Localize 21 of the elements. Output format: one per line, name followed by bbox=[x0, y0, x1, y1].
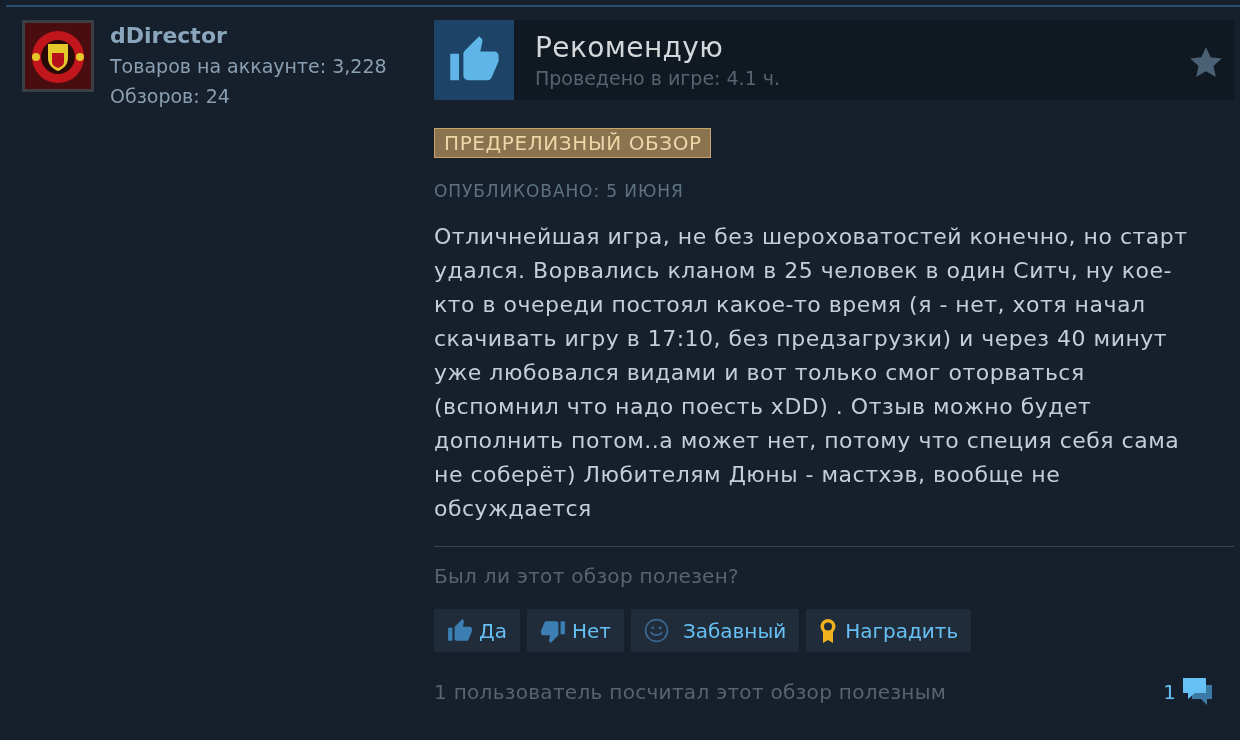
vote-button[interactable]: Забавный bbox=[630, 609, 800, 652]
vote-button[interactable]: Нет bbox=[526, 609, 624, 652]
helpful-summary: 1 пользователь посчитал этот обзор полезным bbox=[434, 679, 947, 705]
reviewer-name[interactable]: dDirector bbox=[110, 21, 227, 51]
helpful-question: Был ли этот обзор полезен? bbox=[434, 563, 739, 589]
posted-date: ОПУБЛИКОВАНО: 5 ИЮНЯ bbox=[434, 180, 684, 202]
review-text: Отличнейшая игра, не без шероховатостей конечно, но старт удался. Ворвались кланом в 25 человек в один Ситч, ну кое-кто в очереди постоял какое-то время (я - нет, хотя начал скачивать игру в 17:10, без предзагрузки) и через 40 минут уже любовался видами и вот только смог оторваться (вспомнил что надо поесть xDD) . Отзыв можно будет дополнить потом..а может нет, потому что специя себя сама не соберёт) Любителям Дюны - мастхэв, вообще не обсуждается bbox=[434, 223, 1189, 523]
vote-button[interactable]: Да bbox=[434, 609, 520, 652]
ribbon-medal-icon bbox=[819, 617, 838, 644]
smiley-icon bbox=[643, 618, 669, 643]
speech-bubbles-icon[interactable] bbox=[1182, 677, 1214, 707]
vote-button[interactable]: Наградить bbox=[806, 609, 972, 652]
reviewer-stat: Обзоров: 24 bbox=[110, 84, 231, 109]
thumbs-up-icon bbox=[447, 617, 473, 644]
playtime-text: Проведено в игре: 4.1 ч. bbox=[535, 66, 782, 90]
comment-count[interactable]: 1 bbox=[1163, 679, 1176, 705]
early-access-tag: ПРЕДРЕЛИЗНЫЙ ОБЗОР bbox=[434, 128, 711, 158]
star-icon[interactable] bbox=[1190, 47, 1222, 78]
reviewer-stat: Товаров на аккаунте: 3,228 bbox=[110, 54, 387, 79]
crest-avatar[interactable] bbox=[22, 20, 94, 92]
verdict-title[interactable]: Рекомендую bbox=[535, 32, 724, 64]
